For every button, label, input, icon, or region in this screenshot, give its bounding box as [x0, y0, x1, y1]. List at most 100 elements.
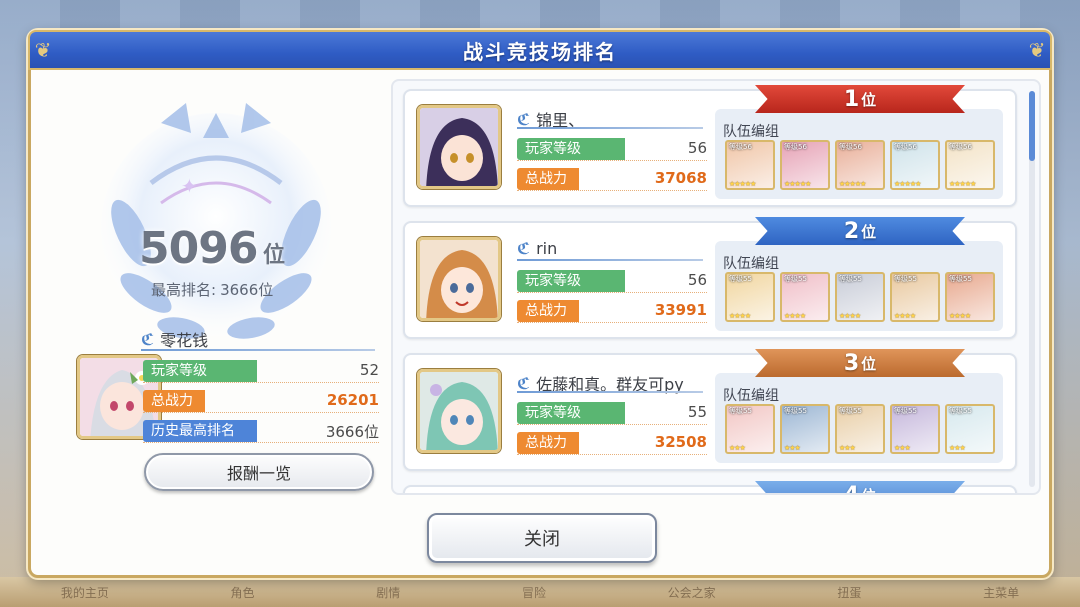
unit-portrait[interactable]: 等级56 ★★★★★	[780, 140, 830, 190]
unit-level: 等级56	[839, 143, 862, 151]
rank-banner-2: 2位	[755, 217, 965, 245]
name-underline	[141, 349, 375, 351]
nav-item-gacha[interactable]: 扭蛋	[837, 584, 861, 601]
unit-level: 等级56	[894, 143, 917, 151]
player-level-label: 玩家等级	[143, 360, 257, 382]
leaderboard-card-2[interactable]: ℭ rin 玩家等级 56 总战力 33991 队伍编组 等级55 ★★★★ 等级…	[403, 217, 1017, 339]
unit-portrait[interactable]: 等级55 ★★★★	[780, 272, 830, 322]
best-rank: 最高排名: 3666位	[147, 279, 273, 300]
unit-portrait[interactable]: 等级55 ★★★★	[835, 272, 885, 322]
unit-level: 等级55	[839, 275, 862, 283]
rank-number: 3	[843, 350, 860, 376]
player-power-label: 总战力	[143, 390, 205, 412]
nav-item-guild[interactable]: 公会之家	[668, 584, 716, 601]
swirl-icon: ℭ	[517, 109, 531, 129]
player-name: 零花钱	[160, 331, 209, 350]
arena-ranking-dialog: ❦ 战斗竞技场排名 ❦ ✦ 5096 位 最高排名: 3666位 ℭ 零花钱 玩…	[28, 30, 1052, 578]
player-power-value: 26201	[326, 391, 379, 409]
stat-divider	[517, 322, 707, 323]
scrollbar-thumb[interactable]	[1029, 91, 1035, 161]
nav-item-home[interactable]: 我的主页	[61, 584, 109, 601]
unit-level: 等级55	[894, 407, 917, 415]
opponent-level-row: 玩家等级 56	[517, 269, 707, 293]
unit-portrait[interactable]: 等级55 ★★★	[890, 404, 940, 454]
unit-portrait[interactable]: 等级56 ★★★★★	[725, 140, 775, 190]
nav-item-characters[interactable]: 角色	[231, 584, 255, 601]
player-level-value: 52	[359, 361, 379, 379]
rank-banner-4: 4位	[755, 481, 965, 495]
unit-stars: ★★★★	[894, 312, 916, 320]
opponent-level-value: 56	[687, 271, 707, 289]
opponent-name: rin	[536, 239, 558, 258]
opponent-power-value: 32508	[654, 433, 707, 451]
stat-divider	[517, 454, 707, 455]
unit-level: 等级56	[949, 143, 972, 151]
best-rank-label: 最高排名:	[151, 281, 217, 299]
unit-portrait[interactable]: 等级55 ★★★★	[945, 272, 995, 322]
unit-level: 等级55	[949, 407, 972, 415]
unit-stars: ★★★★	[839, 312, 861, 320]
stat-divider	[143, 442, 379, 443]
svg-text:✦: ✦	[181, 174, 198, 198]
stat-divider	[517, 292, 707, 293]
team-units: 等级55 ★★★★ 等级55 ★★★★ 等级55 ★★★★ 等级55 ★★★★ 等级55…	[725, 272, 995, 322]
team-units: 等级55 ★★★ 等级55 ★★★ 等级55 ★★★ 等级55 ★★★ 等级55 ★★★	[725, 404, 995, 454]
unit-portrait[interactable]: 等级56 ★★★★★	[890, 140, 940, 190]
player-history-value: 3666位	[325, 423, 379, 441]
opponent-power-row: 总战力 32508	[517, 431, 707, 455]
nav-item-quest[interactable]: 冒险	[522, 584, 546, 601]
opponent-power-row: 总战力 37068	[517, 167, 707, 191]
player-history-label: 历史最高排名	[143, 420, 257, 442]
unit-stars: ★★★★	[729, 312, 751, 320]
unit-stars: ★★★	[784, 444, 801, 452]
unit-stars: ★★★★	[949, 312, 971, 320]
stat-divider	[517, 190, 707, 191]
unit-portrait[interactable]: 等级56 ★★★★★	[835, 140, 885, 190]
unit-stars: ★★★	[949, 444, 966, 452]
unit-stars: ★★★	[729, 444, 746, 452]
unit-portrait[interactable]: 等级55 ★★★	[725, 404, 775, 454]
player-history-row: 历史最高排名 3666位	[143, 419, 379, 443]
opponent-avatar	[417, 105, 501, 189]
stat-divider	[143, 382, 379, 383]
opponent-power-label: 总战力	[517, 432, 579, 454]
rank-banner-1: 1位	[755, 85, 965, 113]
opponent-level-row: 玩家等级 55	[517, 401, 707, 425]
team-lineup: 队伍编组 等级55 ★★★★ 等级55 ★★★★ 等级55 ★★★★ 等级55 ★★★★…	[715, 241, 1003, 331]
opponent-level-value: 56	[687, 139, 707, 157]
team-units: 等级56 ★★★★★ 等级56 ★★★★★ 等级56 ★★★★★ 等级56 ★★★★★ …	[725, 140, 995, 190]
rank-suffix: 位	[861, 222, 877, 241]
name-underline	[517, 259, 703, 261]
best-rank-value: 3666位	[220, 281, 274, 299]
close-button[interactable]: 关闭	[427, 513, 657, 563]
leaderboard-card-3[interactable]: ℭ 佐藤和真。群友可py 玩家等级 55 总战力 32508 队伍编组 等级55…	[403, 349, 1017, 471]
unit-portrait[interactable]: 等级55 ★★★★	[725, 272, 775, 322]
unit-stars: ★★★	[839, 444, 856, 452]
unit-level: 等级55	[784, 275, 807, 283]
nav-item-menu[interactable]: 主菜单	[983, 584, 1019, 601]
unit-level: 等级55	[839, 407, 862, 415]
stat-divider	[517, 160, 707, 161]
unit-level: 等级55	[894, 275, 917, 283]
reward-list-button[interactable]: 报酬一览	[144, 453, 374, 491]
unit-portrait[interactable]: 等级56 ★★★★★	[945, 140, 995, 190]
unit-portrait[interactable]: 等级55 ★★★	[945, 404, 995, 454]
rank-number: 4	[843, 482, 860, 495]
unit-portrait[interactable]: 等级55 ★★★	[780, 404, 830, 454]
opponent-level-label: 玩家等级	[517, 402, 625, 424]
opponent-level-label: 玩家等级	[517, 270, 625, 292]
player-name-row: ℭ 零花钱	[141, 327, 208, 351]
opponent-avatar	[417, 237, 501, 321]
name-underline	[517, 391, 703, 393]
swirl-icon: ℭ	[141, 329, 155, 349]
unit-portrait[interactable]: 等级55 ★★★	[835, 404, 885, 454]
unit-level: 等级55	[729, 407, 752, 415]
leaderboard-card-4[interactable]: 4位	[403, 481, 1017, 493]
player-level-row: 玩家等级 52	[143, 359, 379, 383]
leaderboard-card-1[interactable]: ℭ 锦里、 玩家等级 56 总战力 37068 队伍编组 等级56 ★★★★★ 等…	[403, 85, 1017, 207]
leaderboard-list[interactable]: ℭ 锦里、 玩家等级 56 总战力 37068 队伍编组 等级56 ★★★★★ 等…	[391, 79, 1041, 495]
unit-portrait[interactable]: 等级55 ★★★★	[890, 272, 940, 322]
team-lineup: 队伍编组 等级55 ★★★ 等级55 ★★★ 等级55 ★★★ 等级55 ★★★ 等级5…	[715, 373, 1003, 463]
nav-item-story[interactable]: 剧情	[376, 584, 400, 601]
list-scrollbar[interactable]	[1029, 91, 1035, 487]
